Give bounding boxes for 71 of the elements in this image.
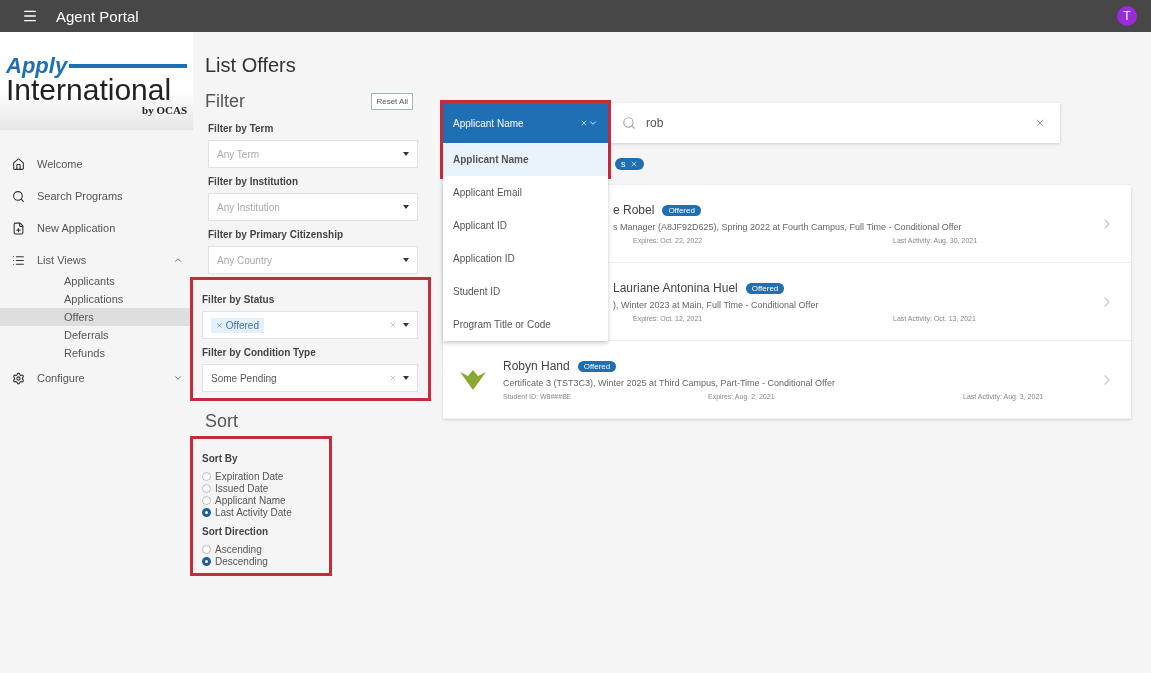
sort-label: Sort By — [202, 453, 239, 464]
offer-description: s Manager (A8JF92D625), Spring 2022 at Fourth Campus, Full Time - Conditional Offer — [613, 222, 963, 232]
search-icon — [622, 116, 636, 130]
menu-icon[interactable] — [22, 8, 38, 24]
filter-select[interactable]: Offered — [202, 311, 418, 339]
field-picker[interactable]: Applicant Name — [443, 103, 608, 143]
nav-subitem[interactable]: Applicants — [0, 272, 193, 290]
nav-item[interactable]: New Application — [0, 216, 193, 240]
nav-item[interactable]: Configure — [0, 366, 193, 390]
list-icon — [12, 253, 25, 267]
caret-icon — [403, 152, 409, 156]
search-icon — [12, 189, 25, 203]
nav-subitem[interactable]: Deferrals — [0, 326, 193, 344]
offer-description: Certificate 3 (TST3C3), Winter 2025 at Third Campus, Part-Time - Conditional Offer — [503, 378, 836, 388]
filter-label: Filter by Condition Type — [202, 347, 317, 358]
applicant-name: Lauriane Antonina Huel — [613, 281, 738, 295]
filter-label: Filter by Term — [208, 123, 275, 134]
caret-icon — [403, 205, 409, 209]
remove-icon[interactable] — [629, 160, 638, 168]
logo-apply: Apply — [6, 56, 187, 76]
caret-icon — [403, 376, 409, 380]
filter-label: Filter by Status — [202, 294, 276, 305]
nav-subitem[interactable]: Applications — [0, 290, 193, 308]
chevron-up-icon — [173, 255, 183, 265]
dropdown-option[interactable]: Applicant Email — [443, 176, 608, 209]
app-title: Agent Portal — [56, 7, 140, 25]
clear-icon[interactable] — [389, 321, 397, 329]
nav-subitem[interactable]: Offers — [0, 308, 193, 326]
home-icon — [12, 157, 25, 171]
caret-icon — [403, 323, 409, 327]
filter-chip[interactable]: s — [615, 158, 644, 170]
dropdown-option[interactable]: Application ID — [443, 242, 608, 275]
document-icon — [12, 221, 25, 235]
user-avatar[interactable]: T — [1117, 6, 1137, 26]
status-chip[interactable]: Offered — [211, 317, 264, 333]
status-badge: Offered — [577, 360, 617, 372]
sort-option[interactable]: Ascending — [202, 543, 319, 555]
sort-label: Sort Direction — [202, 526, 270, 537]
chevron-down-icon — [588, 118, 598, 128]
page-title: List Offers — [205, 54, 297, 77]
sort-option[interactable]: Last Activity Date — [202, 506, 319, 518]
nav-item[interactable]: Welcome — [0, 152, 193, 176]
close-icon[interactable] — [1034, 117, 1046, 129]
status-badge: Offered — [745, 282, 785, 294]
sort-heading: Sort — [205, 411, 239, 432]
chevron-down-icon — [173, 373, 183, 383]
dropdown-option[interactable]: Student ID — [443, 275, 608, 308]
offer-description: ), Winter 2023 at Main, Full Time - Conditional Offer — [613, 300, 820, 310]
filter-label: Filter by Primary Citizenship — [208, 229, 345, 240]
reset-button[interactable]: Reset All — [371, 93, 413, 110]
filter-heading: Filter — [205, 91, 245, 112]
applicant-name: Robyn Hand — [503, 359, 570, 373]
sort-option[interactable]: Descending — [202, 555, 319, 567]
applicant-name: e Robel — [613, 203, 655, 217]
settings-icon — [12, 371, 25, 385]
filter-select[interactable]: Some Pending — [202, 364, 418, 392]
remove-icon[interactable] — [216, 321, 223, 329]
sort-option[interactable]: Expiration Date — [202, 470, 319, 482]
clear-icon[interactable] — [389, 374, 397, 382]
filter-label: Filter by Institution — [208, 176, 299, 187]
status-badge: Offered — [662, 204, 701, 216]
nav-item[interactable]: List Views — [0, 248, 193, 272]
nav-item[interactable]: Search Programs — [0, 184, 193, 208]
logo-by-line: by OCAS — [142, 104, 187, 116]
nav-subitem[interactable]: Refunds — [0, 344, 193, 362]
sort-option[interactable]: Issued Date — [202, 482, 319, 494]
caret-icon — [403, 258, 409, 262]
dropdown-option[interactable]: Applicant ID — [443, 209, 608, 242]
search-field[interactable]: rob — [608, 103, 1060, 143]
dropdown-option[interactable]: Applicant Name — [443, 143, 608, 176]
sort-option[interactable]: Applicant Name — [202, 494, 319, 506]
